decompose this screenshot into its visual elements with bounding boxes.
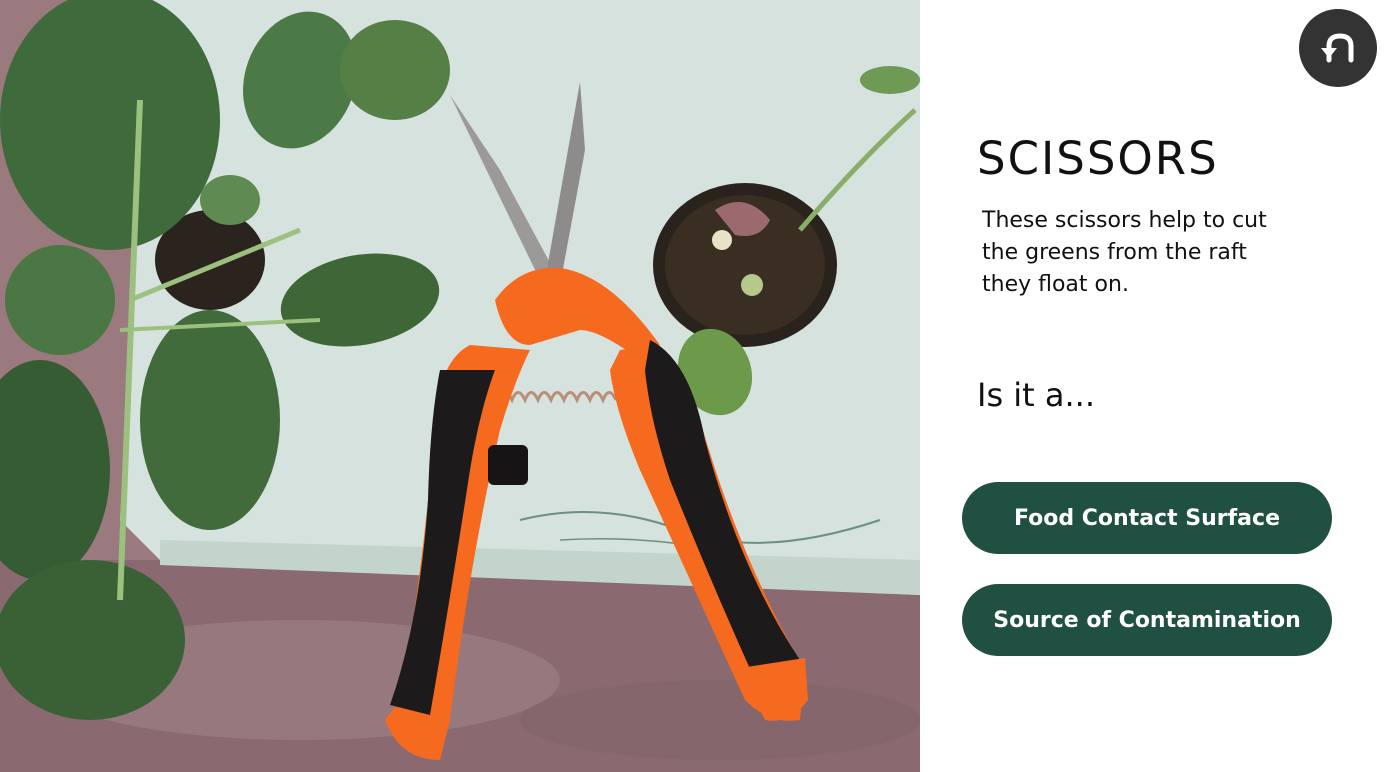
back-button[interactable] — [1299, 9, 1377, 87]
item-description: These scissors help to cut the greens fr… — [982, 208, 1267, 297]
scissors-photo — [0, 0, 920, 772]
food-contact-surface-button[interactable]: Food Contact Surface — [962, 482, 1332, 554]
undo-arrow-icon — [1321, 33, 1354, 63]
info-panel: SCISSORS These scissors help to cut the … — [920, 0, 1388, 772]
question-prompt: Is it a... — [977, 376, 1096, 414]
page-title: SCISSORS — [977, 132, 1219, 185]
source-of-contamination-button[interactable]: Source of Contamination — [962, 584, 1332, 656]
